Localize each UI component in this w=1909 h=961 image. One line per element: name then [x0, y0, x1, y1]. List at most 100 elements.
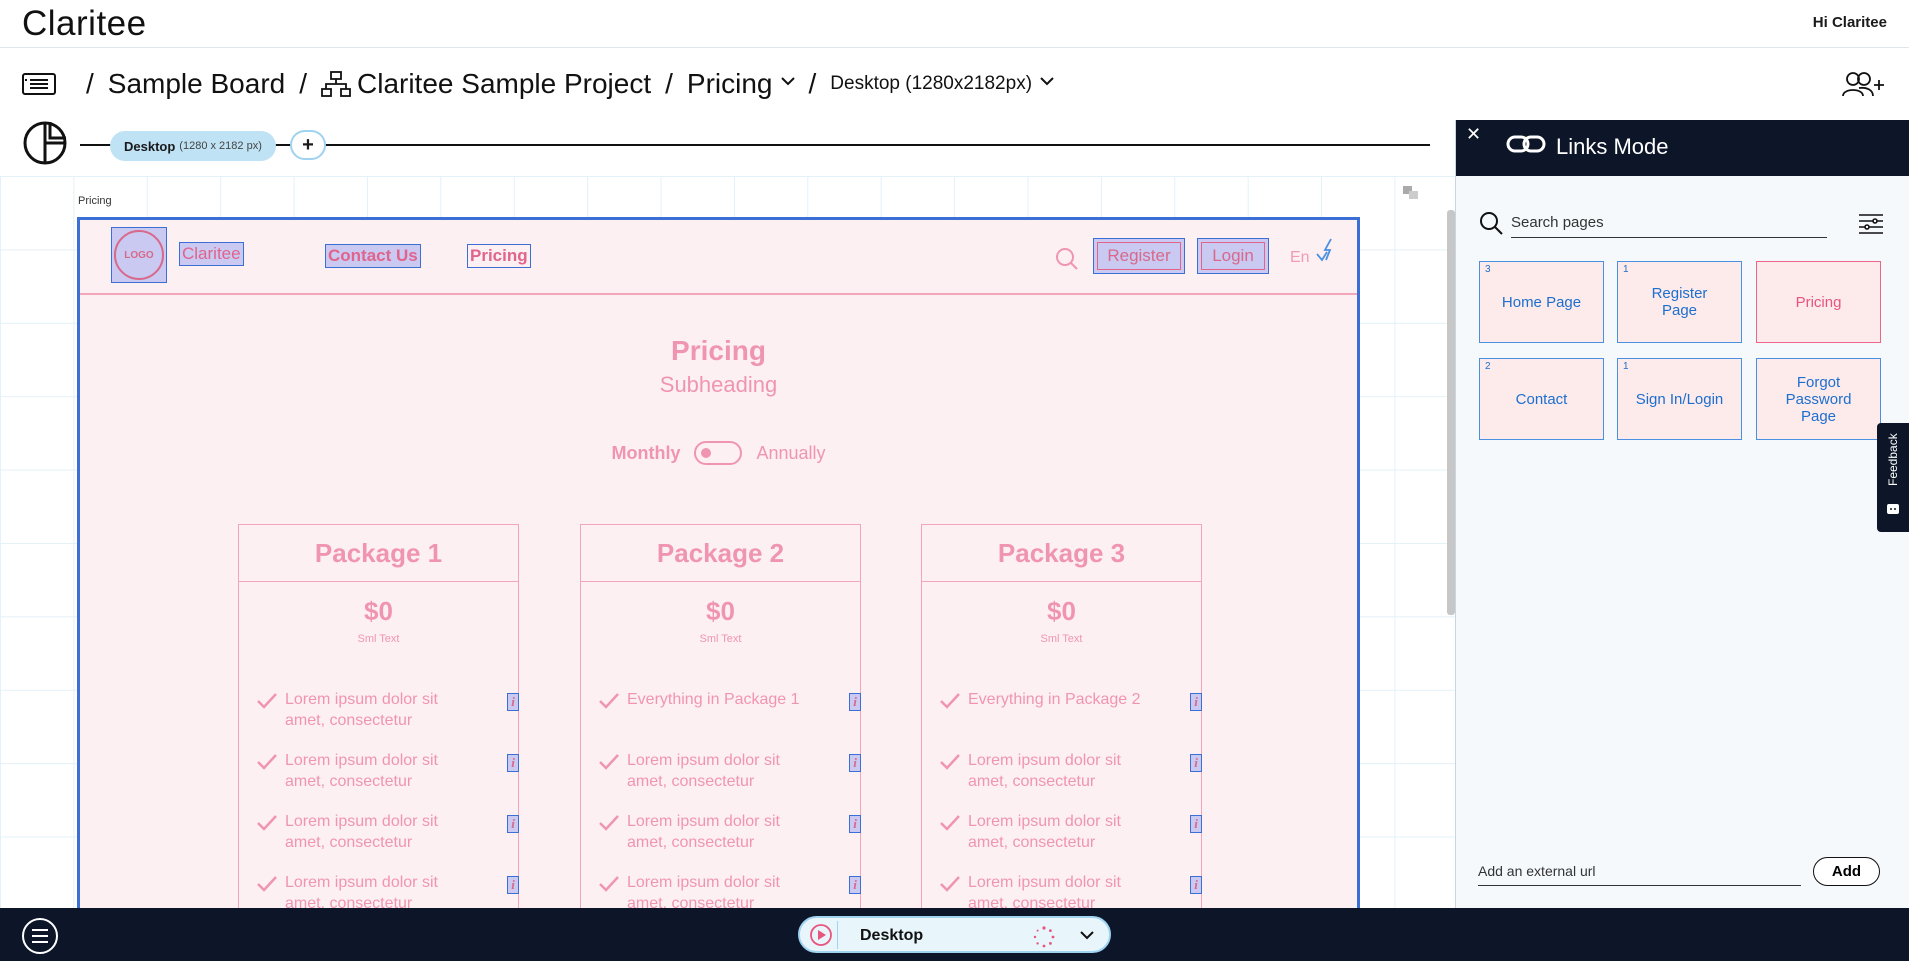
links-panel-title-text: Links Mode — [1556, 134, 1669, 159]
canvas-scrollbar[interactable] — [1447, 210, 1455, 615]
frame-label: Pricing — [78, 195, 112, 207]
sitemap-icon[interactable] — [321, 71, 351, 97]
version-timeline: Desktop (1280 x 2182 px) + — [0, 120, 1455, 176]
mock-billing-toggle-row: Monthly Annually — [80, 441, 1357, 465]
page-link-card[interactable]: 2 Contact — [1479, 358, 1604, 440]
checkmark-icon — [599, 876, 619, 892]
package-feature: Lorem ipsum dolor sit amet, consectetur i — [940, 750, 1202, 794]
mock-register-label: Register — [1097, 242, 1181, 270]
info-icon[interactable]: i — [507, 754, 519, 772]
top-bar: Claritee Hi Claritee — [0, 0, 1909, 48]
page-link-card[interactable]: Forgot Password Page — [1756, 358, 1881, 440]
version-chip[interactable]: Desktop (1280 x 2182 px) — [110, 131, 276, 161]
package-price: $0 — [364, 596, 393, 626]
info-icon[interactable]: i — [1190, 876, 1202, 894]
mock-login-button[interactable]: Login — [1197, 238, 1269, 274]
add-version-button[interactable]: + — [290, 130, 326, 160]
package-name: Package 3 — [922, 525, 1201, 582]
device-name: Desktop — [860, 927, 924, 944]
mock-header: LOGO Claritee Contact Us Pricing Registe… — [80, 220, 1357, 295]
mock-billing-toggle[interactable] — [694, 441, 743, 465]
search-icon[interactable] — [1055, 247, 1079, 271]
page-link-name: Contact — [1515, 390, 1568, 408]
checkmark-icon — [940, 754, 960, 770]
breadcrumb-separator: / — [808, 68, 817, 99]
chat-icon — [1887, 504, 1899, 514]
breadcrumb-page[interactable]: Pricing — [687, 68, 773, 100]
app-logo[interactable]: Claritee — [22, 4, 147, 44]
device-selector[interactable]: Desktop — [798, 916, 1111, 953]
page-frame[interactable]: LOGO Claritee Contact Us Pricing Registe… — [77, 217, 1360, 917]
link-count-badge: 1 — [1623, 264, 1629, 275]
package-price: $0 — [706, 596, 735, 626]
package-subtext: Sml Text — [357, 633, 400, 645]
mock-brand-link[interactable]: Claritee — [179, 242, 244, 266]
page-link-card[interactable]: Pricing — [1756, 261, 1881, 343]
package-feature-text: Everything in Package 1 — [627, 691, 800, 708]
mock-language[interactable]: En — [1290, 249, 1310, 267]
mock-login-label: Login — [1201, 242, 1265, 270]
checkmark-icon — [599, 693, 619, 709]
feedback-tab[interactable]: Feedback — [1877, 423, 1909, 532]
package-subtext: Sml Text — [699, 633, 742, 645]
page-link-card[interactable]: 1 Register Page — [1617, 261, 1742, 343]
close-icon[interactable]: ✕ — [1466, 124, 1481, 145]
mock-logo[interactable]: LOGO — [111, 227, 167, 283]
package-feature-text: Lorem ipsum dolor sit amet, consectetur — [968, 752, 1121, 790]
filter-icon[interactable] — [1858, 211, 1884, 237]
mock-monthly-label: Monthly — [611, 442, 681, 463]
package-name: Package 2 — [581, 525, 860, 582]
chevron-down-icon[interactable] — [1040, 73, 1054, 89]
info-icon[interactable]: i — [507, 876, 519, 894]
info-icon[interactable]: i — [507, 815, 519, 833]
mock-logo-text: LOGO — [114, 230, 164, 280]
pricing-package-card[interactable]: Package 3 $0 Sml Text Everything in Package… — [921, 524, 1202, 917]
info-icon[interactable]: i — [1190, 815, 1202, 833]
play-icon[interactable] — [804, 921, 838, 949]
search-pages-input[interactable] — [1511, 208, 1827, 238]
chevron-down-icon[interactable] — [780, 73, 795, 89]
info-icon[interactable]: i — [849, 876, 861, 894]
user-greeting[interactable]: Hi Claritee — [1813, 14, 1887, 31]
breadcrumb-device[interactable]: Desktop (1280x2182px) — [830, 73, 1032, 95]
package-feature-text: Lorem ipsum dolor sit amet, consectetur — [285, 813, 438, 851]
info-icon[interactable]: i — [849, 815, 861, 833]
mock-register-button[interactable]: Register — [1093, 238, 1185, 274]
info-icon[interactable]: i — [1190, 693, 1202, 711]
pricing-package-card[interactable]: Package 1 $0 Sml Text Lorem ipsum dolor sit… — [238, 524, 519, 917]
version-chip-label: Desktop — [124, 138, 176, 154]
package-feature: Lorem ipsum dolor sit amet, consectetur i — [257, 811, 519, 855]
loading-spinner-icon — [1033, 926, 1055, 948]
page-link-card[interactable]: 1 Sign In/Login — [1617, 358, 1742, 440]
info-icon[interactable]: i — [507, 693, 519, 711]
add-collaborator-icon[interactable] — [1841, 70, 1885, 98]
pricing-package-card[interactable]: Package 2 $0 Sml Text Everything in Package… — [580, 524, 861, 917]
checkmark-icon — [599, 815, 619, 831]
add-url-button[interactable]: Add — [1813, 857, 1880, 886]
boards-icon[interactable] — [22, 72, 56, 96]
menu-icon[interactable] — [22, 918, 58, 954]
info-icon[interactable]: i — [849, 754, 861, 772]
page-link-name: Pricing — [1795, 293, 1842, 311]
package-feature: Everything in Package 1 i — [599, 689, 861, 733]
package-subtext: Sml Text — [1040, 633, 1083, 645]
package-feature: Lorem ipsum dolor sit amet, consectetur i — [599, 811, 861, 855]
pie-chart-icon[interactable] — [22, 120, 68, 166]
link-icon — [1506, 133, 1546, 161]
bottom-bar: Desktop — [0, 908, 1909, 961]
info-icon[interactable]: i — [849, 693, 861, 711]
breadcrumb-project[interactable]: Claritee Sample Project — [357, 68, 651, 100]
mock-nav-contact[interactable]: Contact Us — [325, 244, 421, 268]
breadcrumb-board[interactable]: Sample Board — [108, 68, 285, 100]
page-link-card[interactable]: 3 Home Page — [1479, 261, 1604, 343]
chevron-down-icon[interactable] — [1080, 928, 1094, 942]
mock-subheading: Subheading — [659, 372, 778, 397]
link-count-badge: 1 — [1623, 361, 1629, 372]
external-url-input[interactable] — [1478, 856, 1801, 886]
mock-nav-pricing[interactable]: Pricing — [467, 244, 531, 268]
package-feature-text: Lorem ipsum dolor sit amet, consectetur — [627, 752, 780, 790]
checkmark-icon — [257, 693, 277, 709]
layers-icon[interactable] — [1403, 186, 1419, 200]
interaction-link-icon[interactable] — [1315, 238, 1339, 268]
info-icon[interactable]: i — [1190, 754, 1202, 772]
